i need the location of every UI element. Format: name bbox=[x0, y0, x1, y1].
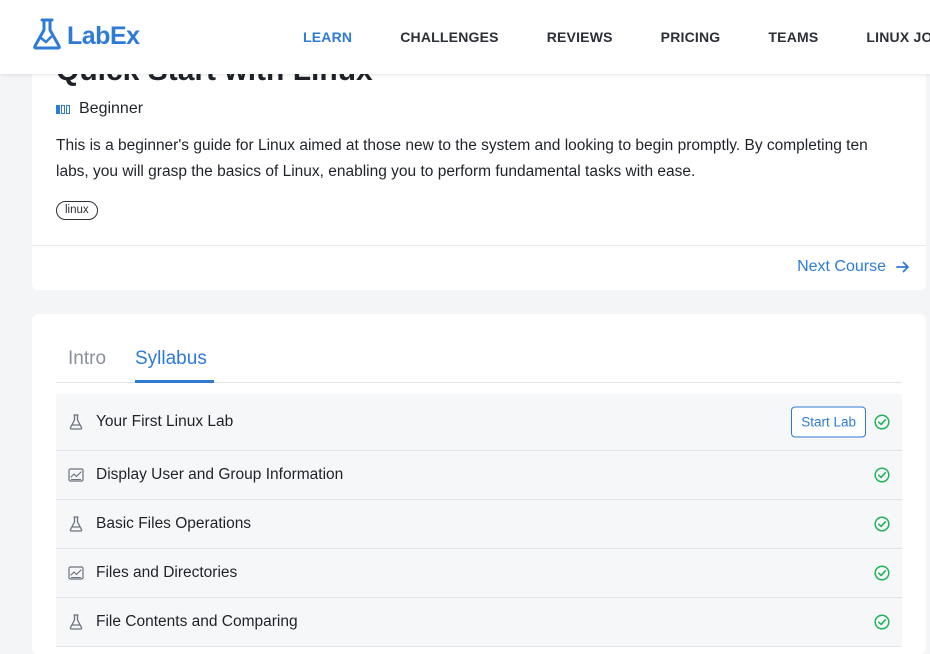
challenge-icon bbox=[68, 565, 84, 581]
level-label: Beginner bbox=[79, 100, 144, 117]
tab-syllabus[interactable]: Syllabus bbox=[135, 348, 207, 370]
check-circle-icon bbox=[874, 565, 890, 581]
course-description: This is a beginner's guide for Linux aim… bbox=[56, 137, 868, 180]
level-bars-icon bbox=[56, 104, 71, 114]
syllabus-item-label: File Contents and Comparing bbox=[96, 613, 298, 630]
active-tab-indicator bbox=[135, 380, 214, 383]
syllabus-item-label: Basic Files Operations bbox=[96, 515, 252, 532]
nav-reviews[interactable]: REVIEWS bbox=[547, 29, 613, 45]
start-lab-button[interactable]: Start Lab bbox=[791, 406, 866, 438]
brand-name: LabEx bbox=[67, 22, 140, 50]
check-circle-icon bbox=[874, 516, 890, 532]
nav-learn[interactable]: LEARN bbox=[303, 29, 352, 45]
flask-icon bbox=[68, 614, 84, 630]
syllabus-item[interactable]: Your First Linux Lab Start Lab bbox=[56, 394, 902, 451]
flask-icon bbox=[68, 516, 84, 532]
syllabus-item[interactable]: File Contents and Comparing bbox=[56, 598, 902, 647]
check-circle-icon bbox=[874, 414, 890, 430]
syllabus-card: Intro Syllabus Your First Linux Lab Star… bbox=[32, 314, 926, 654]
nav-challenges[interactable]: CHALLENGES bbox=[400, 29, 498, 45]
course-level: Beginner bbox=[56, 100, 143, 118]
nav-pricing[interactable]: PRICING bbox=[661, 29, 721, 45]
top-navbar: LabEx LEARN CHALLENGES REVIEWS PRICING T… bbox=[0, 0, 930, 74]
syllabus-item-label: Files and Directories bbox=[96, 564, 238, 581]
challenge-icon bbox=[68, 467, 84, 483]
syllabus-item[interactable]: Display User and Group Information bbox=[56, 451, 902, 500]
syllabus-item-label: Your First Linux Lab bbox=[96, 413, 234, 430]
syllabus-item[interactable]: Files and Directories bbox=[56, 549, 902, 598]
syllabus-item[interactable]: Basic Files Operations bbox=[56, 500, 902, 549]
divider bbox=[32, 245, 926, 246]
nav-teams[interactable]: TEAMS bbox=[768, 29, 818, 45]
course-tabs: Intro Syllabus bbox=[56, 340, 902, 383]
tag-linux[interactable]: linux bbox=[56, 201, 98, 220]
arrow-right-icon bbox=[896, 260, 910, 274]
next-course-label: Next Course bbox=[797, 258, 886, 275]
nav-linux-journey[interactable]: LINUX JOU bbox=[866, 29, 930, 45]
check-circle-icon bbox=[874, 467, 890, 483]
course-info-card: Quick Start with Linux Beginner This is … bbox=[32, 40, 926, 290]
next-course-link[interactable]: Next Course bbox=[797, 258, 910, 276]
syllabus-list: Your First Linux Lab Start Lab Display U… bbox=[56, 394, 902, 647]
labex-logo[interactable]: LabEx bbox=[32, 18, 140, 55]
flask-logo-icon bbox=[32, 18, 62, 55]
main-nav: LEARN CHALLENGES REVIEWS PRICING TEAMS L… bbox=[303, 0, 930, 74]
check-circle-icon bbox=[874, 614, 890, 630]
tab-intro[interactable]: Intro bbox=[68, 348, 106, 370]
syllabus-item-label: Display User and Group Information bbox=[96, 466, 344, 483]
flask-icon bbox=[68, 414, 84, 430]
